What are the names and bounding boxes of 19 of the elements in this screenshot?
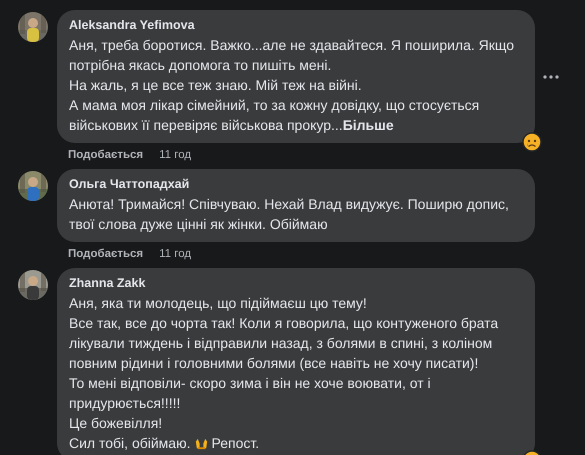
comment-text: Це божевілля! bbox=[69, 414, 164, 433]
sad-face-icon[interactable] bbox=[522, 132, 542, 152]
more-link[interactable]: Більше bbox=[342, 117, 394, 133]
author-name[interactable]: Zhanna Zakk bbox=[69, 276, 527, 290]
like-link[interactable]: Подобається bbox=[68, 248, 144, 260]
comment-text: Аня, яка ти молодець, що підіймаєш цю тему! bbox=[69, 294, 368, 313]
author-name[interactable]: Ольга Чаттопадхай bbox=[69, 177, 527, 191]
comment-text: А мама моя лікар сімейний, то за кожну довідку, що стосується військових її перевіряє військова прокур...Більше bbox=[69, 96, 480, 135]
comment-text: Все так, все до чорта так! Коли я говорила, що контуженого брата лікували тиждень і відправили назад, з болями в спині, з коліном повним рідини і головними болями (все навіть не хочу писати)! bbox=[69, 314, 500, 373]
comment-text: На жаль, я це все теж знаю. Мій теж на війні. bbox=[69, 76, 363, 95]
timestamp[interactable]: 11 год bbox=[159, 149, 192, 161]
like-link[interactable]: Подобається bbox=[68, 149, 144, 161]
comment-text: Репост. bbox=[211, 434, 260, 453]
comment-text: Сил тобі, обіймаю. bbox=[69, 434, 190, 453]
timestamp[interactable]: 11 год bbox=[159, 248, 192, 260]
author-name[interactable]: Aleksandra Yefimova bbox=[69, 18, 527, 32]
comment-text: Анюта! Тримайся! Співчуваю. Нехай Влад видужує. Поширю допис, твої слова дуже цінні як жінки. Обіймаю bbox=[69, 195, 510, 234]
comment-text: Аня, треба боротися. Важко...але не здавайтеся. Я поширила. Якщо потрібна якась допомога то пишіть мені. bbox=[69, 36, 516, 75]
comment-text: То мені відповіли- скоро зима і він не хоче воювати, от і придурюється!!!!! bbox=[69, 374, 432, 413]
